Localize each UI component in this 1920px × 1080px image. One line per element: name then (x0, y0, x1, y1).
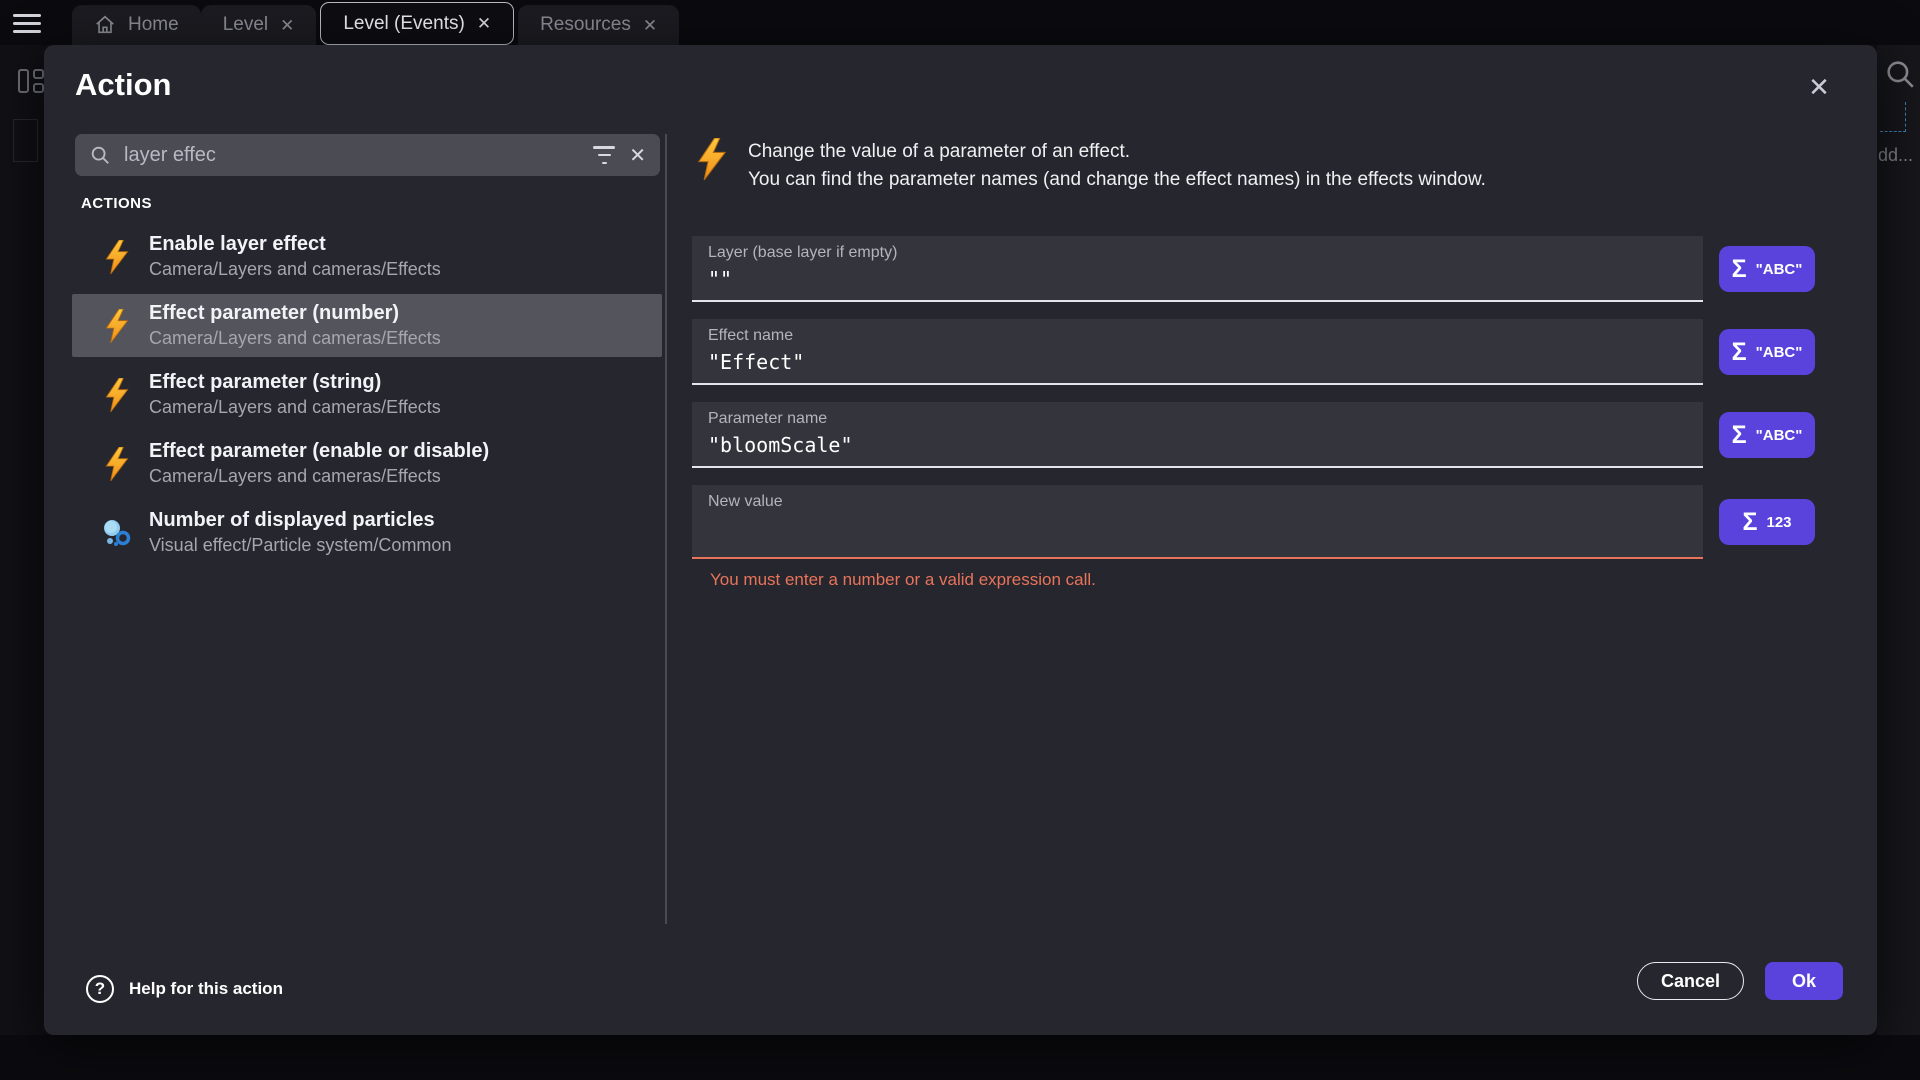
panels-icon[interactable] (18, 69, 44, 93)
action-list-item[interactable]: Effect parameter (string) Camera/Layers … (72, 363, 662, 426)
lightning-icon (102, 240, 132, 274)
search-input[interactable] (124, 144, 579, 167)
expression-type-label: "ABC" (1756, 261, 1803, 278)
action-search-box[interactable] (75, 134, 660, 176)
help-icon (86, 975, 114, 1003)
action-list-item[interactable]: Effect parameter (number) Camera/Layers … (72, 294, 662, 357)
help-link[interactable]: Help for this action (86, 975, 283, 1003)
editor-tab[interactable]: Resources (518, 5, 679, 45)
field-label: Effect name (708, 327, 1687, 345)
panel-divider (665, 134, 667, 924)
field-value[interactable] (708, 516, 1687, 540)
expression-type-label: 123 (1766, 514, 1791, 531)
action-list: Enable layer effect Camera/Layers and ca… (72, 225, 662, 570)
tab-label: Resources (540, 14, 631, 36)
text-field[interactable]: Layer (base layer if empty) "" (692, 236, 1703, 302)
text-field[interactable]: Effect name "Effect" (692, 319, 1703, 385)
description-line-1: Change the value of a parameter of an ef… (748, 138, 1486, 166)
close-icon[interactable] (1803, 71, 1835, 103)
action-title: Effect parameter (enable or disable) (149, 440, 489, 463)
lightning-icon (102, 378, 132, 412)
lightning-icon (696, 138, 728, 180)
action-list-item[interactable]: Number of displayed particles Visual eff… (72, 501, 662, 564)
action-dialog: Action ACTIONS Enable layer effect Camer… (44, 45, 1877, 1035)
sigma-icon (1732, 340, 1747, 365)
lightning-icon (102, 447, 132, 481)
action-category-path: Camera/Layers and cameras/Effects (149, 466, 489, 487)
field-label: New value (708, 493, 1687, 511)
action-description: Change the value of a parameter of an ef… (696, 138, 1486, 194)
tab-close-icon[interactable] (280, 17, 294, 34)
particles-icon (102, 518, 132, 548)
ok-button[interactable]: Ok (1765, 962, 1843, 1000)
field-value[interactable]: "" (708, 267, 1687, 291)
action-category-path: Visual effect/Particle system/Common (149, 535, 451, 556)
field-block: Layer (base layer if empty) "" "ABC" (692, 236, 1842, 302)
tab-close-icon[interactable] (643, 17, 657, 34)
app-bottom-strip (0, 1035, 1920, 1080)
expression-type-label: "ABC" (1756, 344, 1803, 361)
home-icon (94, 14, 116, 36)
sigma-icon (1732, 257, 1747, 282)
search-icon (89, 144, 111, 166)
left-edge-strip (0, 45, 44, 1035)
tab-label: Level (Events) (343, 13, 464, 35)
field-error-message: You must enter a number or a valid expre… (710, 570, 1842, 590)
field-label: Parameter name (708, 410, 1687, 428)
dimmed-toolbar-button (13, 119, 38, 162)
action-list-item[interactable]: Effect parameter (enable or disable) Cam… (72, 432, 662, 495)
help-label: Help for this action (129, 979, 283, 999)
field-block: Effect name "Effect" "ABC" (692, 319, 1842, 385)
action-category-path: Camera/Layers and cameras/Effects (149, 259, 441, 280)
lightning-icon (102, 309, 132, 343)
expression-builder-button[interactable]: "ABC" (1719, 412, 1815, 458)
field-value[interactable]: "bloomScale" (708, 433, 1687, 457)
parameter-fields: Layer (base layer if empty) "" "ABC" Eff… (692, 236, 1842, 604)
action-category-path: Camera/Layers and cameras/Effects (149, 328, 441, 349)
editor-tab[interactable]: Home (72, 5, 201, 45)
menu-icon[interactable] (13, 14, 41, 33)
selection-dashed-border (1880, 102, 1906, 132)
description-line-2: You can find the parameter names (and ch… (748, 166, 1486, 194)
expression-builder-button[interactable]: "ABC" (1719, 329, 1815, 375)
text-field[interactable]: New value (692, 485, 1703, 559)
dialog-title: Action (75, 67, 171, 103)
field-label: Layer (base layer if empty) (708, 244, 1687, 262)
actions-list-header: ACTIONS (81, 195, 152, 212)
clear-search-icon[interactable] (629, 143, 646, 168)
sigma-icon (1732, 423, 1747, 448)
action-category-path: Camera/Layers and cameras/Effects (149, 397, 441, 418)
filter-icon[interactable] (592, 146, 616, 164)
search-icon[interactable] (1883, 57, 1917, 91)
cancel-button[interactable]: Cancel (1637, 962, 1744, 1000)
editor-tabs: Home Level Level (Events) Resources (72, 0, 679, 45)
action-title: Number of displayed particles (149, 509, 451, 532)
tab-label: Level (223, 14, 268, 36)
right-edge-strip: dd... (1877, 45, 1920, 1035)
action-title: Effect parameter (number) (149, 302, 441, 325)
action-title: Effect parameter (string) (149, 371, 441, 394)
expression-builder-button[interactable]: "ABC" (1719, 246, 1815, 292)
field-block: New value 123 You must enter a number or… (692, 485, 1842, 590)
tab-label: Home (128, 14, 179, 36)
action-list-item[interactable]: Enable layer effect Camera/Layers and ca… (72, 225, 662, 288)
expression-builder-button[interactable]: 123 (1719, 499, 1815, 545)
text-field[interactable]: Parameter name "bloomScale" (692, 402, 1703, 468)
field-block: Parameter name "bloomScale" "ABC" (692, 402, 1842, 468)
expression-type-label: "ABC" (1756, 427, 1803, 444)
action-title: Enable layer effect (149, 233, 441, 256)
app-top-bar: Home Level Level (Events) Resources (0, 0, 1920, 45)
editor-tab[interactable]: Level (201, 5, 317, 45)
field-value[interactable]: "Effect" (708, 350, 1687, 374)
editor-tab[interactable]: Level (Events) (320, 2, 514, 45)
sigma-icon (1742, 510, 1757, 535)
tab-close-icon[interactable] (477, 15, 491, 32)
clipped-add-button[interactable]: dd... (1878, 145, 1913, 166)
